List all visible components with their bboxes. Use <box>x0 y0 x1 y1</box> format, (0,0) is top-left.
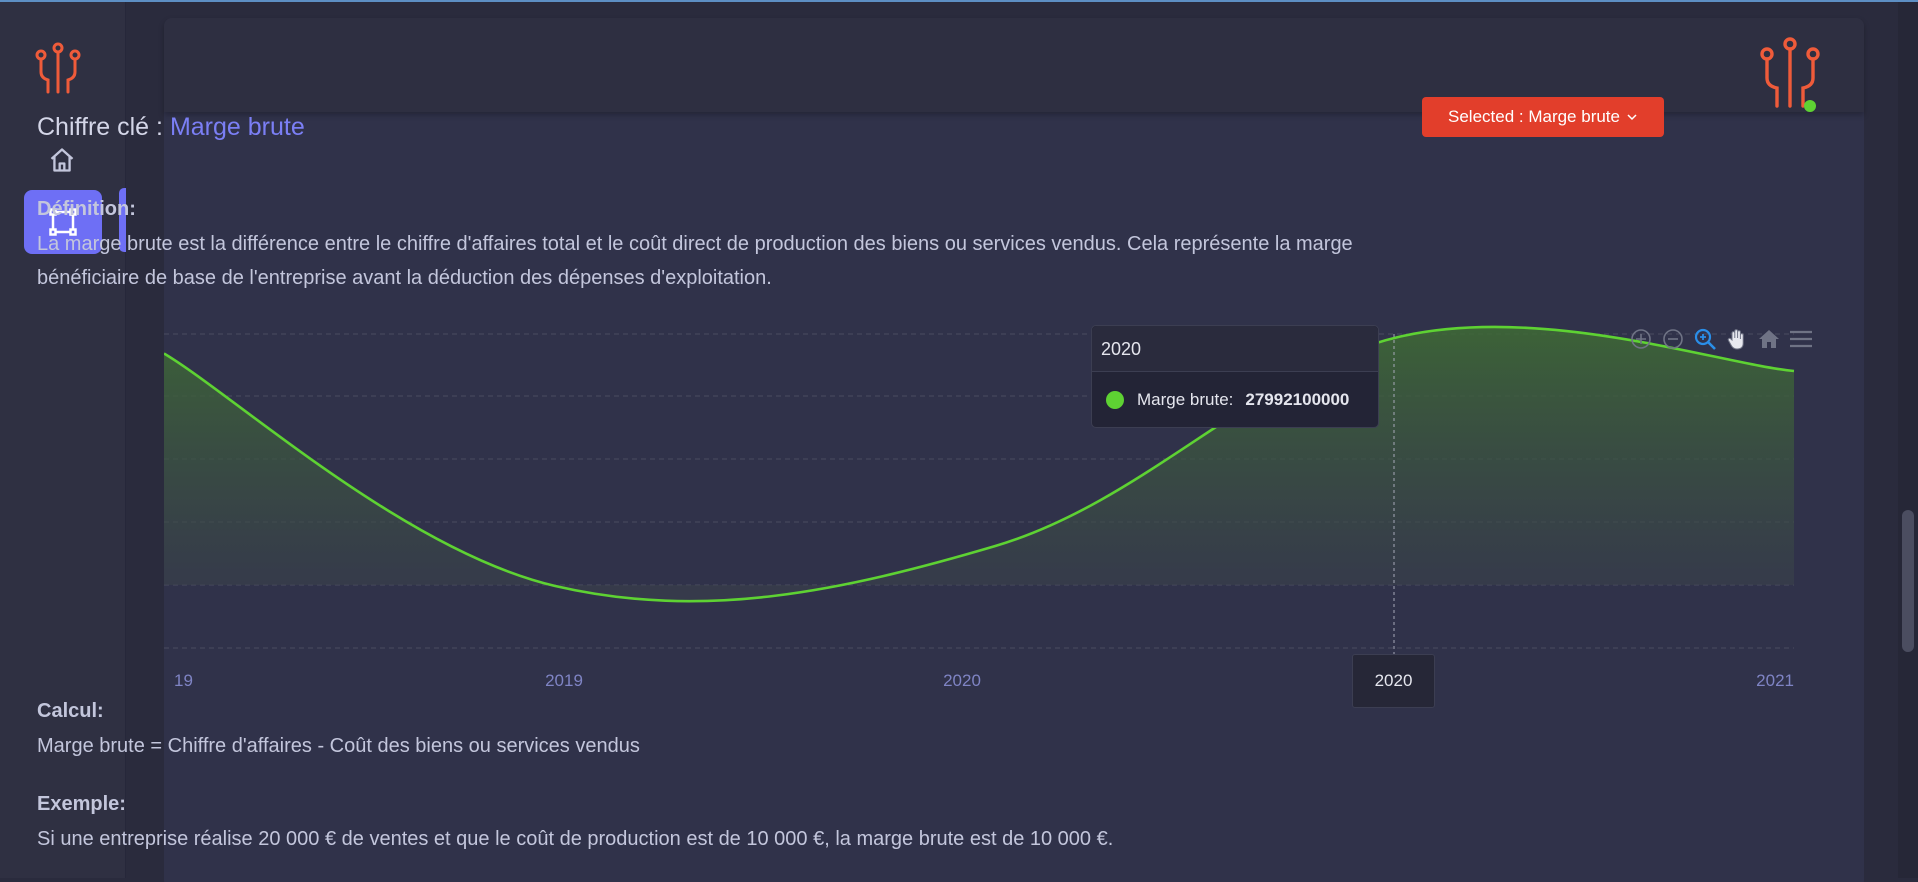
calcul-label: Calcul: <box>37 700 104 722</box>
calcul-text: Marge brute = Chiffre d'affaires - Coût … <box>37 735 640 757</box>
chevron-down-icon <box>1627 114 1637 121</box>
metric-select-dropdown[interactable]: Selected : Marge brute <box>1422 97 1664 137</box>
page-scrollbar-track[interactable] <box>1898 2 1918 878</box>
exemple-text: Si une entreprise réalise 20 000 € de ve… <box>37 828 1114 850</box>
zoom-in-icon[interactable] <box>1628 326 1654 352</box>
window-top-border <box>0 0 1918 2</box>
x-crosshair-label: 2020 <box>1352 654 1435 708</box>
brand-logo-icon <box>1760 37 1820 112</box>
app-logo-icon <box>35 42 81 94</box>
tooltip-title: 2020 <box>1092 326 1378 372</box>
home-icon <box>50 148 74 172</box>
pan-hand-icon[interactable] <box>1724 326 1750 352</box>
series-color-marker <box>1106 391 1124 409</box>
chart-tooltip: 2020 Marge brute: 27992100000 <box>1091 325 1379 428</box>
tooltip-series-value: 27992100000 <box>1245 390 1350 409</box>
zoom-out-icon[interactable] <box>1660 326 1686 352</box>
definition-text: La marge brute est la différence entre l… <box>37 227 1657 295</box>
tooltip-series-row: Marge brute: 27992100000 <box>1092 372 1378 428</box>
series-area-fill <box>164 326 1794 602</box>
page-scrollbar-thumb[interactable] <box>1902 510 1914 652</box>
chart-toolbar <box>1628 326 1814 352</box>
x-tick-label: 2020 <box>943 671 981 690</box>
tooltip-series-name: Marge brute: <box>1137 390 1234 409</box>
selection-zoom-icon[interactable] <box>1692 326 1718 352</box>
title-metric-name: Marge brute <box>169 113 305 141</box>
x-tick-label: 2019 <box>545 671 583 690</box>
page-title: Chiffre clé : Marge brute <box>37 113 305 142</box>
x-tick-label: 19 <box>174 671 193 690</box>
definition-label: Définition: <box>37 198 136 220</box>
menu-icon[interactable] <box>1788 326 1814 352</box>
exemple-label: Exemple: <box>37 793 126 815</box>
definition-line-1: La marge brute est la différence entre l… <box>37 233 1353 255</box>
x-tick-label: 2021 <box>1756 671 1794 690</box>
area-chart-svg: 19 2019 2020 2021 <box>164 325 1795 690</box>
title-prefix: Chiffre clé : <box>37 113 163 141</box>
reset-home-icon[interactable] <box>1756 326 1782 352</box>
selected-metric-label: Selected : Marge brute <box>1448 107 1620 126</box>
nav-home[interactable] <box>44 142 80 178</box>
x-axis-labels: 19 2019 2020 2021 <box>174 671 1794 690</box>
definition-line-2: bénéficiaire de base de l'entreprise ava… <box>37 267 772 289</box>
margin-chart[interactable]: 19 2019 2020 2021 <box>164 316 1824 716</box>
